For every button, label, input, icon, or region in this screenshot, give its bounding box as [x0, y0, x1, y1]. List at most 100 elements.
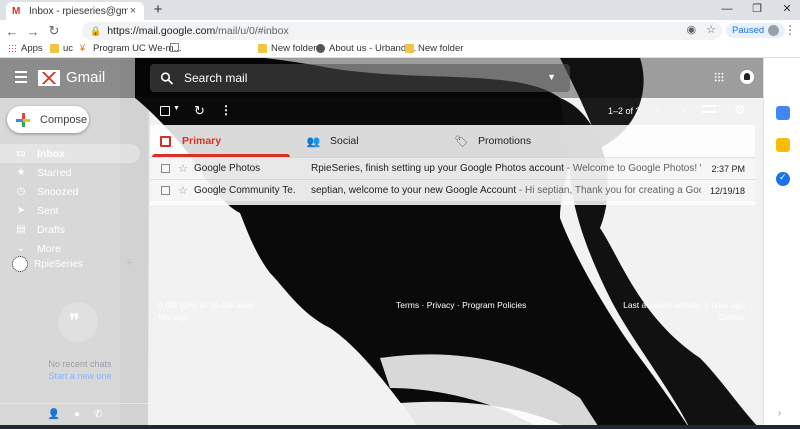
os-taskbar — [0, 425, 800, 429]
sidebar-item-label: Snoozed — [37, 185, 79, 198]
density-icon[interactable] — [702, 105, 716, 113]
chevron-down-icon: ⌄ — [16, 243, 26, 254]
table-row[interactable]: ☆ Google Community Te. septian, welcome … — [150, 179, 755, 201]
tab-label: Social — [330, 135, 359, 147]
gmail-m-icon — [38, 69, 60, 86]
notifications-icon[interactable] — [740, 70, 754, 84]
hangouts-user[interactable]: RpieSeries — [12, 256, 83, 272]
gear-icon[interactable]: ⚙ — [734, 102, 746, 118]
bookmark-new-folder-2[interactable]: New folder — [405, 43, 463, 54]
sidebar-item-drafts[interactable]: ▤ Drafts — [0, 220, 140, 239]
address-bar[interactable]: 🔒 https://mail.google.com/mail/u/0/#inbo… — [82, 22, 722, 40]
storage-info: 0 GB (0%) of 15 GB used Manage — [158, 299, 254, 323]
select-dropdown-icon[interactable]: ▼ — [173, 105, 180, 112]
bookmark-blank-page[interactable] — [170, 43, 179, 52]
reload-button[interactable]: ↻ — [45, 23, 63, 39]
refresh-icon[interactable]: ↻ — [194, 103, 205, 119]
email-subject: septian, welcome to your new Google Acco… — [311, 185, 517, 196]
bookmark-about-us[interactable]: About us - Urbandi... — [316, 43, 416, 54]
tasks-icon[interactable] — [776, 172, 790, 186]
sidebar-item-label: More — [37, 242, 61, 255]
star-icon: ★ — [16, 167, 26, 178]
gmail-app: Gmail Search mail ▼ Compose ▭ Inbox ★ St… — [0, 58, 800, 429]
details-link[interactable]: Details — [600, 311, 745, 323]
sidebar-item-label: Sent — [37, 204, 59, 217]
phone-icon[interactable]: ✆ — [94, 409, 102, 420]
compose-button[interactable]: Compose — [7, 106, 89, 133]
chevron-left-icon[interactable]: ‹ — [656, 103, 660, 117]
page-icon — [170, 43, 179, 52]
main-menu-icon[interactable] — [15, 71, 27, 86]
sidebar-item-starred[interactable]: ★ Starred — [0, 163, 140, 182]
sidebar-nav: ▭ Inbox ★ Starred ◷ Snoozed ➤ Sent ▤ Dra… — [0, 144, 140, 258]
browser-tab-gmail[interactable]: M Inbox - rpieseries@gmail.com - G × — [6, 2, 144, 20]
star-toggle-icon[interactable]: ☆ — [178, 184, 188, 197]
folder-icon — [405, 44, 414, 53]
email-date: 2:37 PM — [711, 163, 745, 174]
search-options-icon[interactable]: ▼ — [547, 72, 556, 82]
profile-paused-button[interactable]: Paused — [726, 23, 786, 38]
star-toggle-icon[interactable]: ☆ — [178, 162, 188, 175]
tab-primary[interactable]: Primary — [150, 125, 298, 157]
forward-button[interactable]: → — [24, 24, 42, 39]
compose-label: Compose — [40, 113, 88, 126]
bookmark-apps[interactable]: Apps — [8, 43, 43, 54]
bookmark-label: Program UC We-m... — [93, 43, 182, 54]
sidebar-item-inbox[interactable]: ▭ Inbox — [0, 144, 140, 163]
bookmark-star-icon[interactable]: ☆ — [706, 23, 716, 36]
bookmark-label: About us - Urbandi... — [329, 43, 417, 54]
bookmarks-bar: Apps uc ¥ Program UC We-m... New folder … — [0, 42, 800, 58]
lock-icon: 🔒 — [90, 25, 102, 36]
person-icon[interactable]: 👤 — [48, 409, 60, 420]
table-row[interactable]: ☆ Google Photos RpieSeries, finish setti… — [150, 157, 755, 179]
sidebar-item-label: Starred — [37, 166, 72, 179]
google-apps-icon[interactable] — [714, 72, 724, 82]
bookmark-label: New folder — [271, 43, 317, 54]
email-list: ☆ Google Photos RpieSeries, finish setti… — [150, 157, 755, 201]
chevron-right-icon[interactable]: › — [682, 103, 686, 117]
manage-storage-link[interactable]: Manage — [158, 311, 254, 323]
apps-icon — [8, 44, 17, 53]
pagination-text: 1–2 of 2 — [608, 106, 641, 116]
hangouts-add-icon[interactable]: + — [126, 257, 132, 269]
gmail-logo[interactable]: Gmail — [38, 69, 105, 86]
search-mail-input[interactable]: Search mail ▼ — [150, 64, 570, 92]
hangouts-quote-icon[interactable]: ● — [74, 409, 80, 420]
side-panel: › — [763, 58, 800, 429]
close-tab-icon[interactable]: × — [128, 5, 138, 17]
back-button[interactable]: ← — [3, 24, 21, 39]
gmail-favicon-icon: M — [12, 5, 21, 17]
minimize-window-button[interactable]: — — [712, 0, 742, 20]
bookmark-new-folder-1[interactable]: New folder — [258, 43, 316, 54]
calendar-icon[interactable] — [776, 106, 790, 120]
mail-toolbar: ▼ ↻ ⋮ 1–2 of 2 ‹ › ⚙ — [150, 98, 755, 125]
tab-title: Inbox - rpieseries@gmail.com - G — [29, 5, 128, 17]
tab-social[interactable]: 👥 Social — [298, 125, 446, 157]
browser-menu-icon[interactable]: ⋮ — [784, 23, 796, 37]
mail-list-panel: Primary 👥 Social 🏷 Promotions ☆ Google P… — [150, 125, 755, 205]
email-snippet: - Welcome to Google Photos! With unlimit… — [566, 163, 701, 174]
sidebar-item-snoozed[interactable]: ◷ Snoozed — [0, 182, 140, 201]
policy-links[interactable]: Terms · Privacy · Program Policies — [396, 299, 526, 311]
email-snippet: - Hi septian, Thank you for creating a G… — [518, 185, 701, 196]
gmail-header: Gmail Search mail ▼ — [0, 58, 800, 98]
eye-icon[interactable]: ◉ — [687, 23, 697, 36]
bookmark-program-uc[interactable]: ¥ Program UC We-m... — [80, 43, 182, 54]
keep-icon[interactable] — [776, 138, 790, 152]
hangouts-start-link[interactable]: Start a new one — [40, 370, 120, 382]
new-tab-button[interactable]: + — [150, 2, 166, 18]
tab-promotions[interactable]: 🏷 Promotions — [446, 125, 594, 157]
email-sender: Google Photos — [194, 163, 261, 174]
tab-label: Promotions — [478, 135, 532, 147]
sidebar-item-sent[interactable]: ➤ Sent — [0, 201, 140, 220]
url-path: /mail/u/0/#inbox — [215, 25, 289, 37]
select-all-checkbox[interactable] — [160, 106, 170, 116]
more-options-icon[interactable]: ⋮ — [220, 103, 232, 117]
bookmark-uc[interactable]: uc — [50, 43, 73, 54]
close-window-button[interactable]: ✕ — [772, 0, 800, 20]
row-checkbox[interactable] — [161, 186, 170, 195]
chevron-right-icon[interactable]: › — [778, 408, 781, 419]
profile-avatar-icon — [768, 25, 780, 36]
restore-window-button[interactable]: ❐ — [742, 0, 772, 20]
row-checkbox[interactable] — [161, 164, 170, 173]
